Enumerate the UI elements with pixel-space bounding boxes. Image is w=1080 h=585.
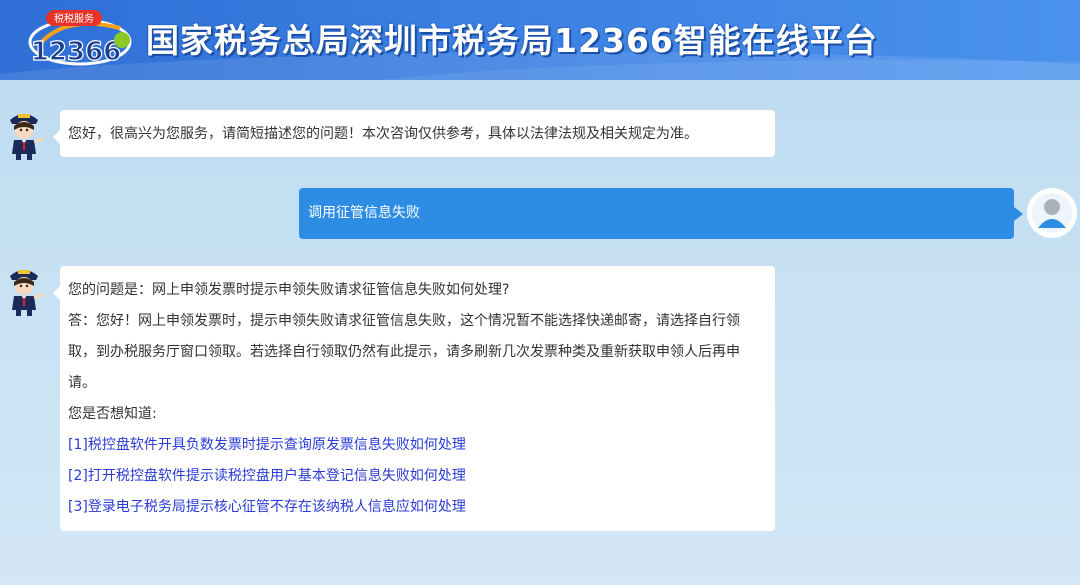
bot-answer-bubble: 您的问题是：网上申领发票时提示申领失败请求征管信息失败如何处理? 答：您好！网上… — [53, 266, 775, 531]
logo-number-text: 12366 — [31, 37, 121, 67]
question-restated-text: 您的问题是：网上申领发票时提示申领失败请求征管信息失败如何处理? — [68, 282, 510, 298]
suggestion-link-2[interactable]: [2]打开税控盘软件提示读税控盘用户基本登记信息失败如何处理 — [68, 461, 767, 492]
logo-badge-text: 税税服务 — [54, 12, 94, 25]
answer-text: 答：您好！网上申领发票时，提示申领失败请求征管信息失败，这个情况暂不能选择快递邮… — [68, 313, 740, 391]
user-message-bubble: 调用征管信息失败 — [299, 188, 1023, 239]
user-avatar-icon — [1027, 188, 1077, 238]
page-header: 税税服务 12366 国家税务总局深圳市税务局12366智能在线平台 — [0, 0, 1080, 80]
user-query-text: 调用征管信息失败 — [308, 205, 420, 221]
bot-greeting-bubble: 您好，很高兴为您服务，请简短描述您的问题！本次咨询仅供参考，具体以法律法规及相关… — [53, 110, 775, 157]
suggestion-label: 您是否想知道: — [68, 406, 157, 422]
tax-officer-avatar-icon — [10, 114, 45, 160]
12366-logo-icon: 税税服务 12366 — [28, 10, 132, 68]
suggestion-link-1[interactable]: [1]税控盘软件开具负数发票时提示查询原发票信息失败如何处理 — [68, 430, 767, 461]
page-title: 国家税务总局深圳市税务局12366智能在线平台 — [146, 21, 878, 60]
greeting-text: 您好，很高兴为您服务，请简短描述您的问题！本次咨询仅供参考，具体以法律法规及相关… — [68, 126, 698, 142]
tax-officer-avatar-icon — [10, 270, 45, 316]
suggestion-link-3[interactable]: [3]登录电子税务局提示核心征管不存在该纳税人信息应如何处理 — [68, 492, 767, 523]
